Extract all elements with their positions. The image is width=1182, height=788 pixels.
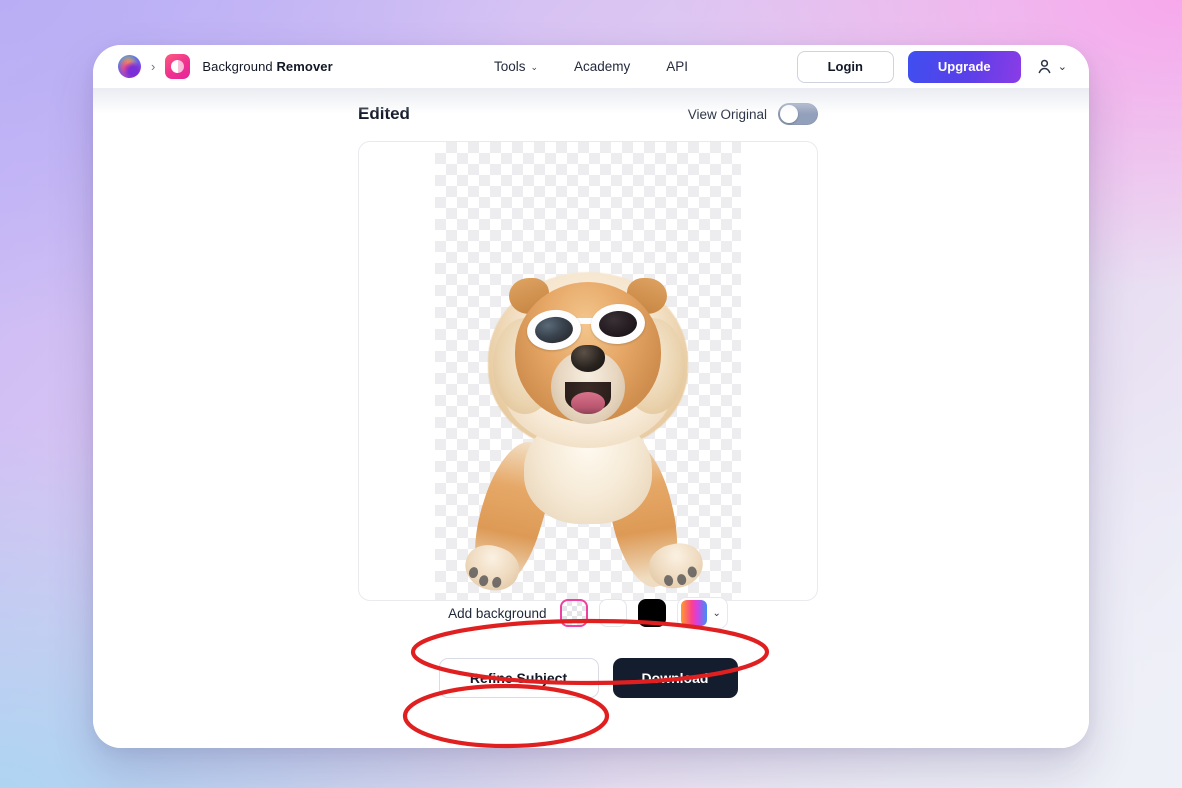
refine-subject-button[interactable]: Refine Subject — [438, 658, 599, 698]
upgrade-button[interactable]: Upgrade — [907, 50, 1021, 83]
breadcrumb-separator-icon: › — [151, 59, 156, 74]
subject-image-dog — [435, 142, 741, 600]
view-original-toggle[interactable] — [778, 103, 818, 125]
transparent-checkerboard-backdrop — [435, 142, 741, 600]
add-background-label: Add background — [448, 605, 547, 621]
nav-item-tools[interactable]: Tools ⌄ — [494, 59, 538, 74]
action-buttons: Refine Subject Download — [358, 658, 818, 698]
download-button[interactable]: Download — [612, 658, 738, 698]
swatch-white[interactable] — [599, 599, 628, 627]
login-button[interactable]: Login — [796, 50, 894, 83]
page-title: Edited — [358, 104, 410, 123]
app-window: › Background Remover Tools ⌄ Academy API… — [93, 45, 1089, 748]
nav-item-api[interactable]: API — [666, 59, 688, 74]
color-gradient-swatch — [681, 600, 708, 626]
chevron-down-icon: ⌄ — [1057, 61, 1067, 73]
image-canvas[interactable] — [358, 141, 818, 601]
color-picker-button[interactable]: ⌄ — [677, 597, 728, 629]
nav-item-tools-label: Tools — [493, 59, 526, 74]
breadcrumb-label: Background Remover — [202, 59, 332, 74]
editor-panel: Edited View Original — [358, 100, 818, 601]
swatch-transparent[interactable] — [560, 599, 589, 627]
add-background-row: Add background ⌄ — [358, 591, 818, 635]
view-original-control[interactable]: View Original — [688, 103, 818, 125]
panel-header: Edited View Original — [358, 100, 818, 128]
nav-item-api-label: API — [666, 59, 689, 74]
chevron-down-icon: ⌄ — [530, 62, 538, 72]
nav-item-academy[interactable]: Academy — [574, 59, 630, 74]
moon-glyph-icon — [171, 60, 185, 73]
chevron-down-icon: ⌄ — [712, 607, 721, 619]
rainbow-orb-logo-icon[interactable] — [118, 55, 141, 78]
nav-item-academy-label: Academy — [574, 59, 631, 74]
breadcrumb-label-bold: Remover — [276, 59, 333, 74]
editor-content: Edited View Original Add background ⌄ Re… — [93, 88, 1089, 748]
background-remover-tile-icon[interactable] — [165, 54, 191, 79]
app-header: › Background Remover Tools ⌄ Academy API… — [93, 45, 1089, 114]
breadcrumb[interactable]: › Background Remover — [118, 54, 333, 79]
account-menu[interactable]: ⌄ — [1035, 57, 1067, 76]
header-actions: Login Upgrade ⌄ — [796, 50, 1067, 83]
toggle-knob — [780, 105, 798, 123]
breadcrumb-label-light: Background — [202, 59, 277, 74]
view-original-label: View Original — [687, 106, 767, 122]
swatch-black[interactable] — [638, 599, 667, 627]
person-icon — [1038, 59, 1051, 74]
